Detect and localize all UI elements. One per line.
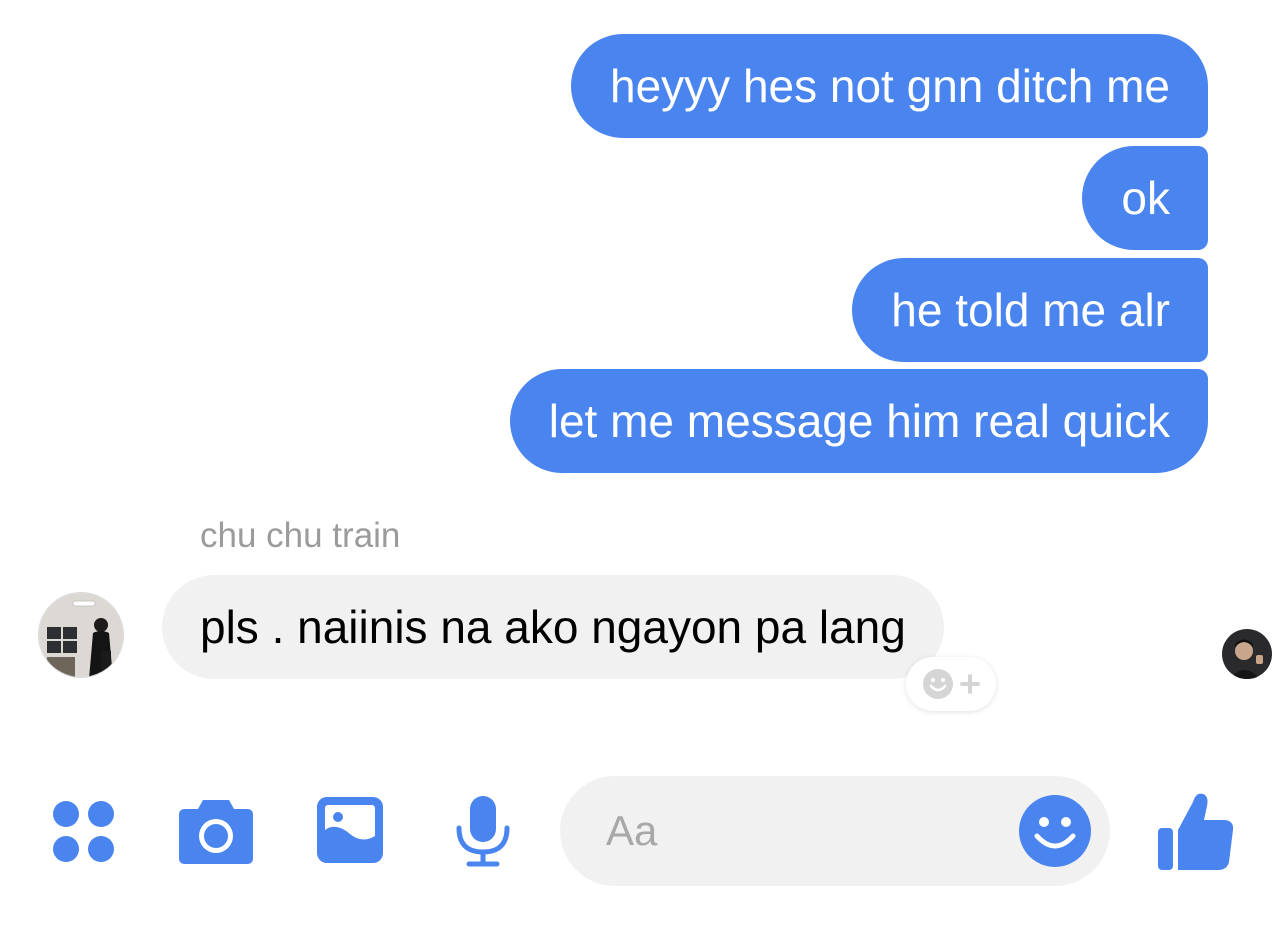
- outgoing-message[interactable]: let me message him real quick: [509, 369, 1208, 473]
- microphone-icon[interactable]: [454, 794, 512, 873]
- seen-by-avatar-image: [1222, 629, 1272, 679]
- apps-icon[interactable]: [52, 800, 116, 869]
- add-reaction-icon: [923, 669, 980, 699]
- message-input[interactable]: Aa: [560, 776, 1110, 886]
- add-reaction-button[interactable]: [906, 657, 996, 711]
- thumbs-up-icon[interactable]: [1156, 790, 1236, 877]
- camera-icon[interactable]: [177, 796, 255, 871]
- outgoing-message[interactable]: he told me alr: [852, 258, 1208, 362]
- outgoing-message[interactable]: heyyy hes not gnn ditch me: [571, 34, 1208, 138]
- message-input-placeholder: Aa: [606, 807, 658, 854]
- outgoing-message[interactable]: ok: [1082, 146, 1208, 250]
- sender-name: chu chu train: [200, 516, 401, 555]
- sender-avatar[interactable]: [38, 592, 124, 678]
- incoming-message[interactable]: pls . naiinis na ako ngayon pa lang: [162, 575, 944, 679]
- seen-by-avatar: [1222, 629, 1272, 679]
- gallery-icon[interactable]: [316, 796, 384, 869]
- sender-avatar-image: [39, 593, 123, 677]
- emoji-icon[interactable]: [1018, 794, 1092, 873]
- chat-screen: heyyy hes not gnn ditch me ok he told me…: [0, 0, 1284, 927]
